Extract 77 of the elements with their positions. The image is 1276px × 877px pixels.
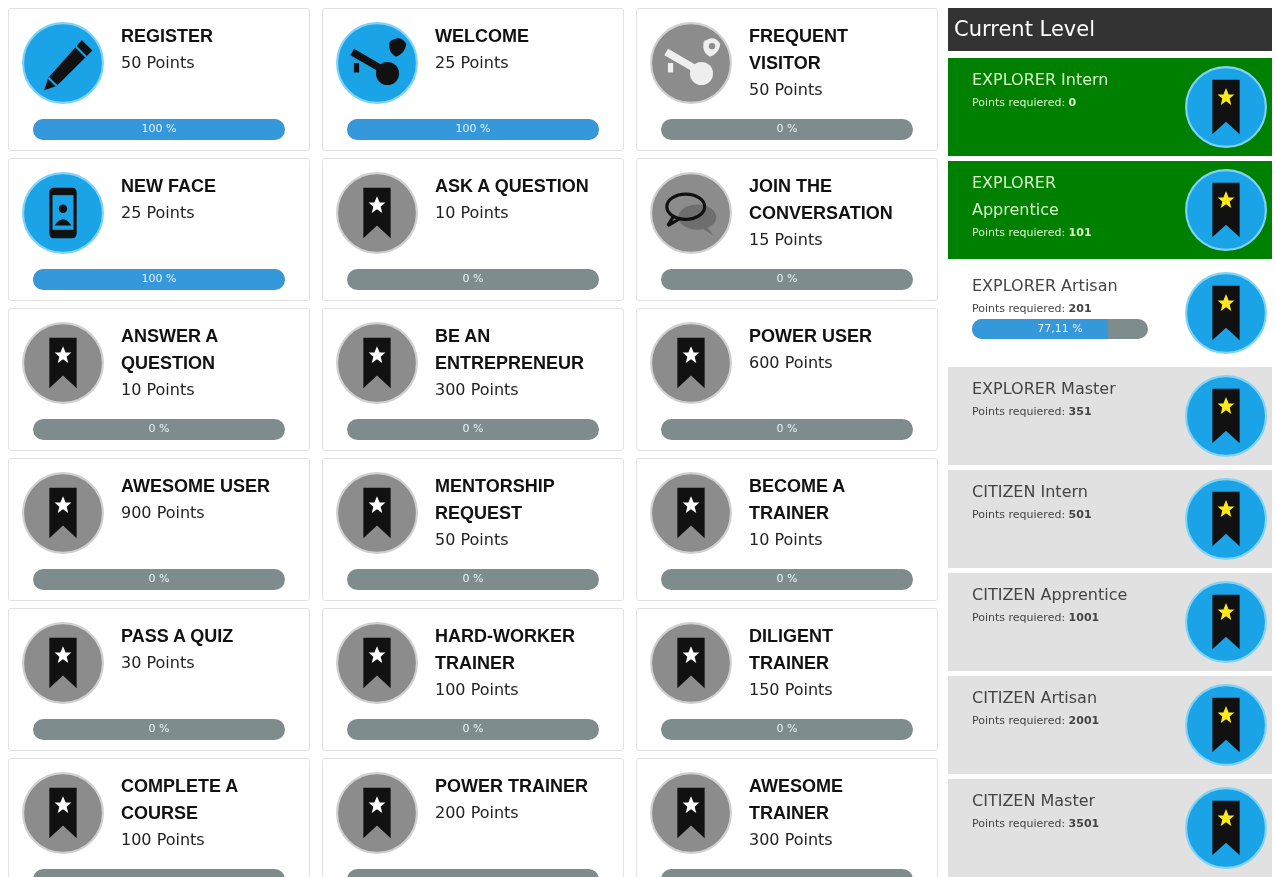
points-required: Points requiered: 1001 [972,610,1101,626]
badge-points: 25 Points [121,202,196,224]
progress-percent: 0 % [775,721,799,738]
points-required: Points requiered: 0 [972,95,1078,111]
ribbon-icon [1184,168,1268,252]
badge-points: 100 Points [121,829,206,851]
badge-title: AWESOME TRAINER [749,775,844,825]
badge-points: 30 Points [121,652,196,674]
points-required: Points requiered: 3501 [972,816,1101,832]
badge-title: AWESOME USER [121,475,272,498]
ribbon-icon [1184,374,1268,458]
progress-percent: 100 % [140,271,178,288]
progress-percent: 0 % [775,571,799,588]
progress-percent: 0 % [461,721,485,738]
badge-points: 300 Points [435,379,520,401]
badge-title: ASK A QUESTION [435,175,590,198]
level-name: CITIZEN Apprentice [972,584,1129,606]
badge-title: NEW FACE [121,175,217,198]
badge-title: BECOME A TRAINER [749,475,846,525]
badge-points: 25 Points [435,52,510,74]
progress-percent: 100 % [140,121,178,138]
badge-title: PASS A QUIZ [121,625,235,648]
ribbon-icon [1184,580,1268,664]
points-required: Points requiered: 101 [972,225,1093,241]
level-name: EXPLORER Master [972,378,1117,400]
badge-title: HARD-WORKER TRAINER [435,625,576,675]
badge-points: 150 Points [749,679,834,701]
ribbon-icon [1184,271,1268,355]
badge-points: 200 Points [435,802,520,824]
badge-title: MENTORSHIP REQUEST [435,475,556,525]
badge-title: BE AN ENTREPRENEUR [435,325,586,375]
badge-title: ANSWER A QUESTION [121,325,219,375]
badge-points: 600 Points [749,352,834,374]
points-required: Points requiered: 2001 [972,713,1101,729]
progress-percent: 0 % [775,421,799,438]
progress-percent: 0 % [461,571,485,588]
badge-points: 900 Points [121,502,206,524]
points-required: Points requiered: 501 [972,507,1093,523]
progress-percent: 0 % [147,421,171,438]
level-name: EXPLORER Intern [972,69,1110,91]
badge-points: 10 Points [749,529,824,551]
level-name: EXPLORER Apprentice [972,172,1060,221]
badge-points: 300 Points [749,829,834,851]
progress-percent: 0 % [775,121,799,138]
badge-title: COMPLETE A COURSE [121,775,239,825]
progress-percent: 0 % [461,421,485,438]
badge-title: WELCOME [435,25,530,48]
points-required: Points requiered: 201 [972,301,1093,317]
ribbon-icon [1184,477,1268,561]
badge-title: POWER TRAINER [435,775,589,798]
badge-title: POWER USER [749,325,873,348]
level-progress-reading: 77,11 % [1036,320,1084,337]
panel-title: Current Level [954,15,1095,43]
badge-title: FREQUENT VISITOR [749,25,849,75]
progress-percent: 100 % [454,121,492,138]
badge-points: 50 Points [749,79,824,101]
ribbon-icon [1184,683,1268,767]
ribbon-icon [1184,786,1268,870]
badge-points: 10 Points [435,202,510,224]
level-name: EXPLORER Artisan [972,275,1119,297]
progress-percent: 0 % [775,271,799,288]
badge-title: JOIN THE CONVERSATION [749,175,894,225]
level-name: CITIZEN Artisan [972,687,1099,709]
progress-percent: 0 % [147,721,171,738]
badge-points: 50 Points [121,52,196,74]
level-name: CITIZEN Master [972,790,1097,812]
ribbon-icon [1184,65,1268,149]
badge-points: 15 Points [749,229,824,251]
badge-title: REGISTER [121,25,214,48]
points-required: Points requiered: 351 [972,404,1093,420]
badge-points: 100 Points [435,679,520,701]
badge-points: 50 Points [435,529,510,551]
badge-points: 10 Points [121,379,196,401]
progress-percent: 0 % [147,571,171,588]
progress-percent: 0 % [461,271,485,288]
badge-title: DILIGENT TRAINER [749,625,834,675]
level-name: CITIZEN Intern [972,481,1089,503]
